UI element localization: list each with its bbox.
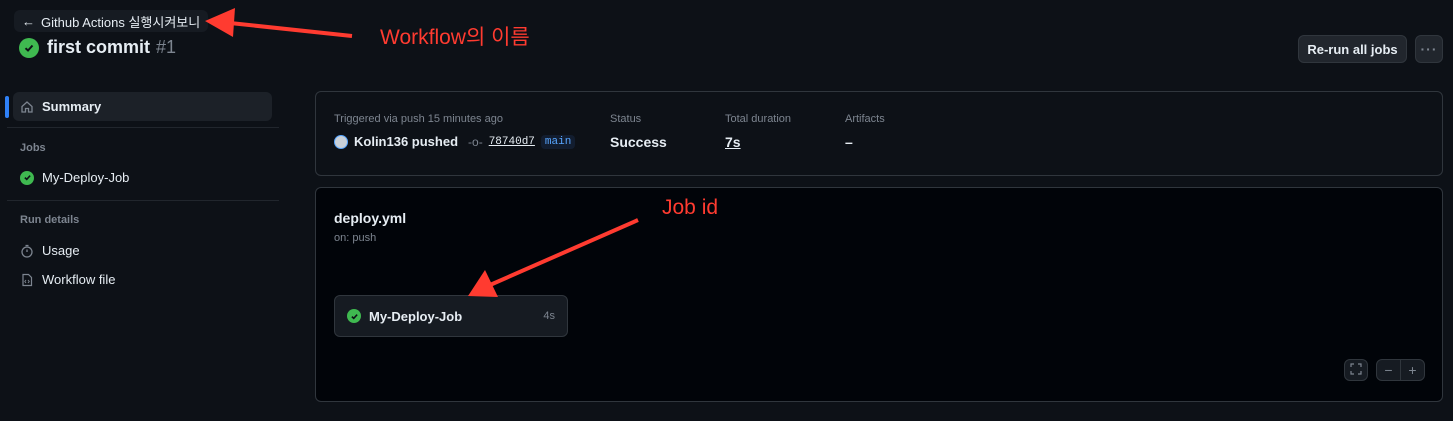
- annotation-arrowhead-workflow: [205, 8, 235, 37]
- annotation-arrows: [205, 8, 639, 297]
- annotation-arrow-workflow: [229, 21, 353, 38]
- annotation-workflow-name: Workflow의 이름: [380, 26, 530, 49]
- annotation-job-id: Job id: [662, 196, 719, 219]
- workflow-run-page: ← Github Actions 실행시켜보니 first commit #1 …: [0, 0, 1453, 421]
- annotation-arrow-job: [489, 218, 639, 287]
